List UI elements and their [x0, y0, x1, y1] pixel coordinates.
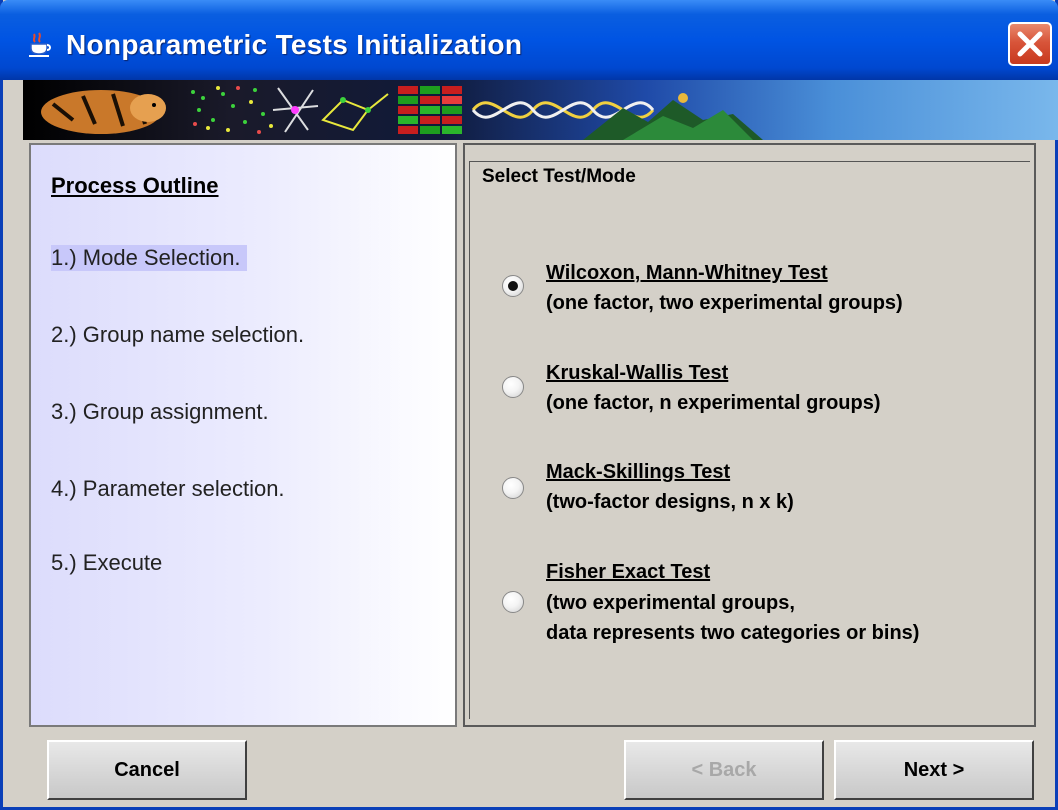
option-title-fisher-exact[interactable]: Fisher Exact Test: [546, 561, 710, 584]
option-desc-kruskal-wallis: (one factor, n experimental groups): [546, 392, 881, 414]
outline-heading: Process Outline: [51, 173, 219, 198]
radio-wilcoxon[interactable]: [502, 275, 524, 297]
outline-step-group-assignment: 3.) Group assignment.: [51, 399, 269, 424]
cancel-button[interactable]: Cancel: [47, 740, 247, 800]
option-desc-fisher-exact-line2: data represents two categories or bins): [546, 622, 920, 644]
banner-image: [23, 80, 1058, 140]
close-button[interactable]: [1008, 22, 1052, 66]
outline-step-execute: 5.) Execute: [51, 550, 163, 575]
outline-step-group-name-selection: 2.) Group name selection.: [51, 322, 305, 347]
option-title-mack-skillings[interactable]: Mack-Skillings Test: [546, 461, 730, 484]
select-test-groupbox: Select Test/Mode Wilcoxon, Mann-Whitney …: [469, 161, 1030, 719]
java-cup-icon: [26, 30, 54, 58]
window-title: Nonparametric Tests Initialization: [66, 29, 523, 60]
radio-kruskal-wallis[interactable]: [502, 376, 524, 398]
outline-step-mode-selection: 1.) Mode Selection.: [51, 245, 247, 271]
groupbox-label: Select Test/Mode: [480, 166, 638, 188]
dialog-window: Nonparametric Tests Initialization Proce…: [0, 0, 1058, 810]
test-selection-panel: Select Test/Mode Wilcoxon, Mann-Whitney …: [463, 143, 1036, 727]
radio-mack-skillings[interactable]: [502, 477, 524, 499]
radio-selected-dot: [508, 281, 518, 291]
outline-step-parameter-selection: 4.) Parameter selection.: [51, 476, 285, 501]
option-desc-mack-skillings: (two-factor designs, n x k): [546, 491, 794, 513]
option-desc-fisher-exact-line1: (two experimental groups,: [546, 592, 795, 614]
option-title-kruskal-wallis[interactable]: Kruskal-Wallis Test: [546, 362, 728, 385]
radio-fisher-exact[interactable]: [502, 591, 524, 613]
close-icon: [1010, 31, 1050, 68]
next-button[interactable]: Next >: [834, 740, 1034, 800]
option-title-wilcoxon[interactable]: Wilcoxon, Mann-Whitney Test: [546, 262, 828, 285]
back-button[interactable]: < Back: [624, 740, 824, 800]
process-outline-panel: Process Outline 1.) Mode Selection. 2.) …: [29, 143, 457, 727]
option-desc-wilcoxon: (one factor, two experimental groups): [546, 292, 903, 314]
title-bar[interactable]: Nonparametric Tests Initialization: [0, 0, 1058, 80]
